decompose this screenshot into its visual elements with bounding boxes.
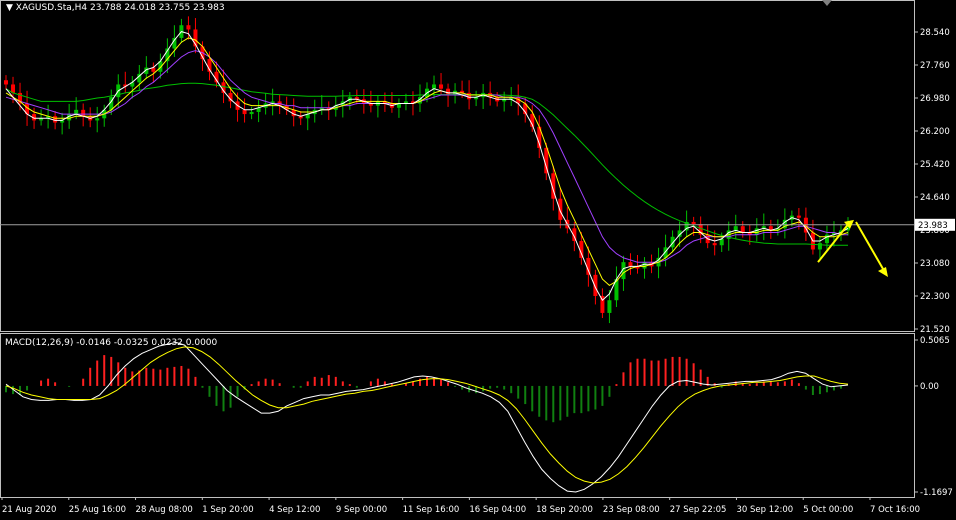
down-arrow-line bbox=[855, 221, 885, 272]
chart-canvas[interactable]: 28.54027.76026.98026.20025.42024.64023.8… bbox=[0, 0, 956, 517]
ohlc-label: 23.788 24.018 23.755 23.983 bbox=[90, 3, 225, 13]
candle-body bbox=[733, 226, 738, 231]
time-tick-label: 11 Sep 16:00 bbox=[403, 505, 460, 515]
symbol-label: XAGUSD.Sta,H4 bbox=[15, 3, 88, 13]
symbol-header: ▼ XAGUSD.Sta,H4 23.788 24.018 23.755 23.… bbox=[6, 3, 225, 13]
time-tick-label: 23 Sep 08:00 bbox=[603, 505, 660, 515]
candle-body bbox=[95, 118, 100, 121]
candle-body bbox=[712, 243, 717, 246]
current-price-label: 23.983 bbox=[918, 221, 948, 231]
price-tick-label: 24.640 bbox=[920, 193, 950, 203]
time-tick-label: 5 Oct 00:00 bbox=[803, 505, 853, 515]
candle-body bbox=[607, 300, 612, 313]
candle-body bbox=[249, 111, 254, 115]
candle-body bbox=[558, 198, 563, 220]
dropdown-triangle-icon[interactable]: ▼ bbox=[6, 3, 13, 13]
macd-header: MACD(12,26,9) -0.0146 -0.0325 0.0232 0.0… bbox=[5, 338, 217, 348]
time-tick-label: 28 Aug 08:00 bbox=[136, 505, 193, 515]
time-tick-label: 21 Aug 2020 bbox=[2, 505, 56, 515]
candle-body bbox=[467, 92, 472, 100]
price-tick-label: 26.200 bbox=[920, 127, 950, 137]
chart-window[interactable]: 28.540 27.760 26.980 26.200 25.420 24.640 23.8… bbox=[0, 0, 956, 517]
macd-label: MACD(12,26,9) -0.0146 -0.0325 0.0232 0.0… bbox=[5, 338, 218, 348]
price-panel-frame bbox=[0, 0, 915, 332]
time-tick-label: 9 Sep 00:00 bbox=[336, 505, 387, 515]
candle-body bbox=[754, 228, 759, 235]
candle-body bbox=[817, 243, 822, 250]
candle-body bbox=[432, 84, 437, 89]
time-tick-label: 4 Sep 12:00 bbox=[269, 505, 320, 515]
price-tick-label: 27.760 bbox=[920, 61, 950, 71]
candle-body bbox=[628, 262, 633, 267]
price-tick-label: 23.080 bbox=[920, 259, 950, 269]
ma-fast-line bbox=[5, 31, 849, 301]
price-tick-label: 22.300 bbox=[920, 292, 950, 302]
candle-body bbox=[53, 116, 58, 123]
candle-body bbox=[642, 262, 647, 269]
candle-body bbox=[439, 84, 444, 89]
price-tick-label: 25.420 bbox=[920, 160, 950, 170]
candle-body bbox=[74, 109, 79, 115]
candle-body bbox=[691, 221, 696, 225]
scroll-marker-icon bbox=[822, 0, 832, 6]
price-tick-label: 26.980 bbox=[920, 94, 950, 104]
ma-long-line bbox=[5, 82, 848, 246]
time-tick-label: 30 Sep 12:00 bbox=[736, 505, 793, 515]
time-tick-label: 27 Sep 22:05 bbox=[670, 505, 727, 515]
price-tick-label: 21.520 bbox=[920, 325, 950, 335]
candle-body bbox=[186, 25, 191, 30]
macd-tick-label: 0.5065 bbox=[920, 336, 950, 346]
price-tick-label: 28.540 bbox=[920, 28, 950, 38]
macd-tick-label: -1.1697 bbox=[920, 488, 953, 498]
down-arrow-icon bbox=[878, 266, 888, 277]
macd-panel-frame bbox=[0, 333, 915, 498]
time-tick-label: 18 Sep 20:00 bbox=[536, 505, 593, 515]
candle-body bbox=[4, 80, 8, 85]
time-tick-label: 1 Sep 20:00 bbox=[202, 505, 253, 515]
macd-line bbox=[5, 341, 849, 493]
candle-body bbox=[81, 109, 86, 117]
macd-tick-label: 0.00 bbox=[920, 382, 939, 392]
candle-body bbox=[242, 109, 247, 115]
candle-body bbox=[446, 88, 451, 96]
time-tick-label: 25 Aug 16:00 bbox=[69, 505, 126, 515]
time-tick-label: 16 Sep 04:00 bbox=[469, 505, 526, 515]
signal-line bbox=[5, 346, 849, 484]
time-tick-label: 7 Oct 16:00 bbox=[870, 505, 920, 515]
candle-body bbox=[796, 215, 801, 218]
